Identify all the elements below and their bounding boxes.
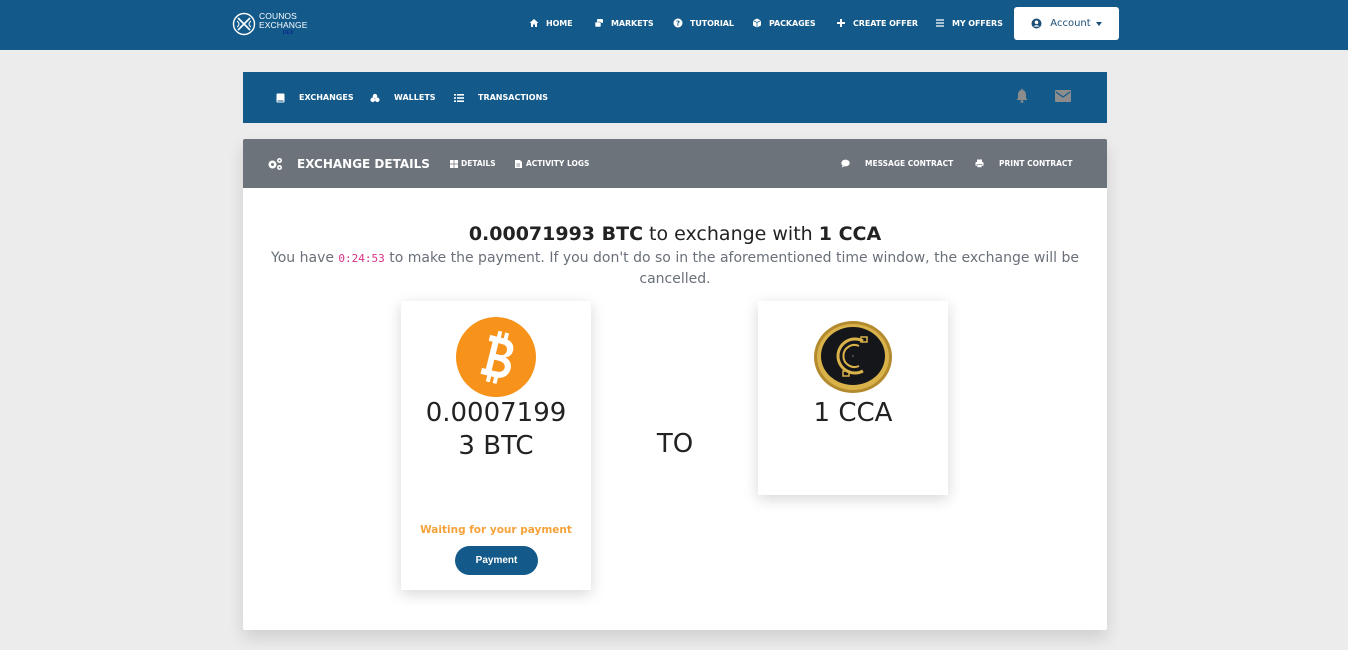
from-coin-card: 0.0007199 3 BTC Waiting for your payment… [401,301,591,590]
user-circle-icon [1031,18,1042,29]
envelope-icon[interactable] [1054,88,1071,104]
payment-notice: You have 0:24:53 to make the payment. If… [271,250,1079,287]
nav-tutorial[interactable]: ? TUTORIAL [673,18,734,28]
gears-icon [267,157,283,171]
nav-markets[interactable]: MARKETS [594,18,654,28]
card-title: EXCHANGE DETAILS [267,139,430,188]
payment-status: Waiting for your payment [420,524,572,536]
card-header: EXCHANGE DETAILS DETAILS ACTIVITY LOGS M… [243,139,1107,188]
logo-icon [232,12,256,36]
nav-home[interactable]: HOME [529,18,573,28]
nav-my-offers[interactable]: MY OFFERS [935,18,1003,28]
comment-icon [841,159,850,168]
tab-activity-logs[interactable]: ACTIVITY LOGS [515,139,589,188]
sub-navbar: EXCHANGES WALLETS TRANSACTIONS [243,72,1107,123]
markets-icon [594,18,604,28]
file-icon [515,159,523,168]
subnav-wallets[interactable]: WALLETS [370,72,436,123]
home-icon [529,18,539,28]
list-icon [454,93,464,103]
subnav-transactions[interactable]: TRANSACTIONS [454,72,548,123]
table-icon [450,159,458,168]
print-contract-button[interactable]: PRINT CONTRACT [975,139,1073,188]
exchange-headline: 0.00071993 BTC to exchange with 1 CCA [468,223,882,245]
to-coin-card: 1 CCA [758,301,948,495]
package-icon [752,18,762,28]
tab-details[interactable]: DETAILS [450,139,496,188]
to-coin-amount: 1 CCA [813,398,893,428]
nav-create-offer[interactable]: CREATE OFFER [836,18,918,28]
caret-down-icon [1095,21,1102,26]
exchange-details-card: EXCHANGE DETAILS DETAILS ACTIVITY LOGS M… [243,139,1107,630]
bitcoin-icon [456,317,536,397]
plus-icon [836,18,846,28]
subnav-exchanges[interactable]: EXCHANGES [275,72,354,123]
top-navbar: COUNOS EXCHANGE DEX HOME MARKETS ? TUTOR… [0,0,1348,50]
cca-coin-icon [814,321,892,393]
svg-text:?: ? [676,20,680,28]
nav-packages[interactable]: PACKAGES [752,18,816,28]
account-dropdown[interactable]: Account [1014,7,1119,40]
countdown-timer: 0:24:53 [338,252,385,265]
brand-name: COUNOS EXCHANGE DEX [259,11,308,37]
print-icon [975,159,984,168]
receive-amount: 1 CCA [818,223,882,245]
from-coin-amount: 0.0007199 3 BTC [425,398,567,461]
list-icon [935,18,945,28]
bell-icon[interactable] [1014,88,1030,104]
give-amount: 0.00071993 BTC [468,223,644,245]
question-circle-icon: ? [673,18,683,28]
book-icon [275,93,285,103]
brand-tag: DEX [282,30,294,36]
coins-icon [370,93,380,103]
payment-button[interactable]: Payment [455,546,538,575]
to-label: TO [656,429,694,459]
message-contract-button[interactable]: MESSAGE CONTRACT [841,139,953,188]
brand-logo[interactable]: COUNOS EXCHANGE DEX [232,9,308,39]
